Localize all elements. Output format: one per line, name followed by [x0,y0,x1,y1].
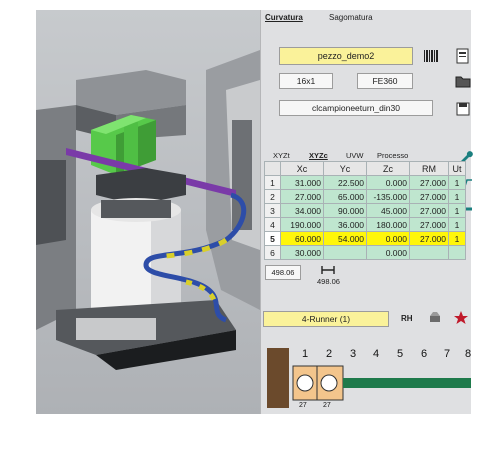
tool-icon[interactable] [427,310,443,326]
bend-table[interactable]: Xc Yc Zc RM Ut 1 31.000 22.500 0.000 27.000 1… [264,161,466,260]
station-3[interactable]: 3 [346,348,360,360]
barcode-icon[interactable] [423,48,439,64]
cell-yc[interactable]: 36.000 [323,217,367,232]
cell-zc[interactable]: 0.000 [366,231,410,246]
cell-ut[interactable]: 1 [448,203,466,218]
main-tabs: Curvatura Sagomatura [261,10,471,26]
cell-xc[interactable]: 30.000 [280,245,324,260]
cell-ut[interactable]: 1 [448,217,466,232]
disk-icon[interactable] [455,101,471,117]
radius-label-2: 27 [323,402,331,409]
subtab-uvw[interactable]: UVW [346,151,364,160]
cell-ut[interactable]: 1 [448,231,466,246]
cell-zc[interactable]: 0.000 [366,175,410,190]
rh-label[interactable]: RH [401,314,413,323]
station-4[interactable]: 4 [369,348,383,360]
tab-sagomatura[interactable]: Sagomatura [329,13,373,22]
cell-zc[interactable]: 0.000 [366,245,410,260]
cell-xc[interactable]: 190.000 [280,217,324,232]
cell-xc[interactable]: 31.000 [280,175,324,190]
row-index[interactable]: 1 [264,175,281,190]
folder-icon[interactable] [455,73,471,89]
row-index[interactable]: 4 [264,217,281,232]
program-field[interactable]: clcampioneeturn_din30 [279,100,433,116]
subtab-xyzt[interactable]: XYZt [273,151,290,160]
tube-size-field[interactable]: 16x1 [279,73,333,89]
row-index[interactable]: 5 [264,231,281,246]
header-yc: Yc [323,161,367,176]
screenshot: Curvatura Sagomatura pezzo_demo2 16x1 FE… [0,0,482,454]
subtab-xyzc[interactable]: XYZc [309,151,328,160]
tool-stations[interactable]: 1 2 3 4 5 6 7 8 27 27 [261,340,471,414]
table-row[interactable]: 2 27.000 65.000 -135.000 27.000 1 [264,189,466,204]
length-input[interactable]: 498.06 [265,265,301,280]
tool-selector[interactable]: 4-Runner (1) [263,311,389,327]
radius-label-1: 27 [299,402,307,409]
station-5[interactable]: 5 [393,348,407,360]
table-row[interactable]: 1 31.000 22.500 0.000 27.000 1 [264,175,466,190]
3d-viewport[interactable] [36,10,260,414]
cell-xc[interactable]: 27.000 [280,189,324,204]
cell-zc[interactable]: 180.000 [366,217,410,232]
station-6[interactable]: 6 [417,348,431,360]
cell-ut[interactable]: 1 [448,175,466,190]
tab-curvatura[interactable]: Curvatura [265,13,303,22]
cell-yc[interactable]: 90.000 [323,203,367,218]
cell-rm[interactable]: 27.000 [409,217,449,232]
cell-ut[interactable] [448,245,466,260]
material-field[interactable]: FE360 [357,73,413,89]
cell-xc[interactable]: 60.000 [280,231,324,246]
header-ut: Ut [448,161,466,176]
cell-rm[interactable]: 27.000 [409,189,449,204]
cell-yc[interactable]: 65.000 [323,189,367,204]
cell-yc[interactable]: 54.000 [323,231,367,246]
cell-rm[interactable]: 27.000 [409,175,449,190]
table-row[interactable]: 3 34.000 90.000 45.000 27.000 1 [264,203,466,218]
cell-xc[interactable]: 34.000 [280,203,324,218]
row-index[interactable]: 6 [264,245,281,260]
cell-yc[interactable] [323,245,367,260]
cell-rm[interactable] [409,245,449,260]
header-zc: Zc [366,161,410,176]
cell-rm[interactable]: 27.000 [409,231,449,246]
table-row[interactable]: 4 190.000 36.000 180.000 27.000 1 [264,217,466,232]
cell-rm[interactable]: 27.000 [409,203,449,218]
length-icon [321,266,335,274]
header-rm: RM [409,161,449,176]
table-row[interactable]: 5 60.000 54.000 0.000 27.000 1 [264,231,466,246]
subtab-processo[interactable]: Processo [377,151,408,160]
cell-yc[interactable]: 22.500 [323,175,367,190]
station-1[interactable]: 1 [298,348,312,360]
station-2[interactable]: 2 [322,348,336,360]
row-index[interactable]: 2 [264,189,281,204]
cell-ut[interactable]: 1 [448,189,466,204]
cell-zc[interactable]: 45.000 [366,203,410,218]
machine-render [36,50,260,370]
part-name-field[interactable]: pezzo_demo2 [279,47,413,65]
control-panel: Curvatura Sagomatura pezzo_demo2 16x1 FE… [260,10,473,414]
station-8[interactable]: 8 [461,348,475,360]
row-index[interactable]: 3 [264,203,281,218]
table-row[interactable]: 6 30.000 0.000 [264,245,466,260]
length-readout: 498.06 [317,277,340,286]
station-7[interactable]: 7 [440,348,454,360]
star-icon[interactable] [453,310,469,326]
save-icon[interactable] [455,48,471,64]
header-xc: Xc [280,161,324,176]
header-index [264,161,281,176]
cell-zc[interactable]: -135.000 [366,189,410,204]
